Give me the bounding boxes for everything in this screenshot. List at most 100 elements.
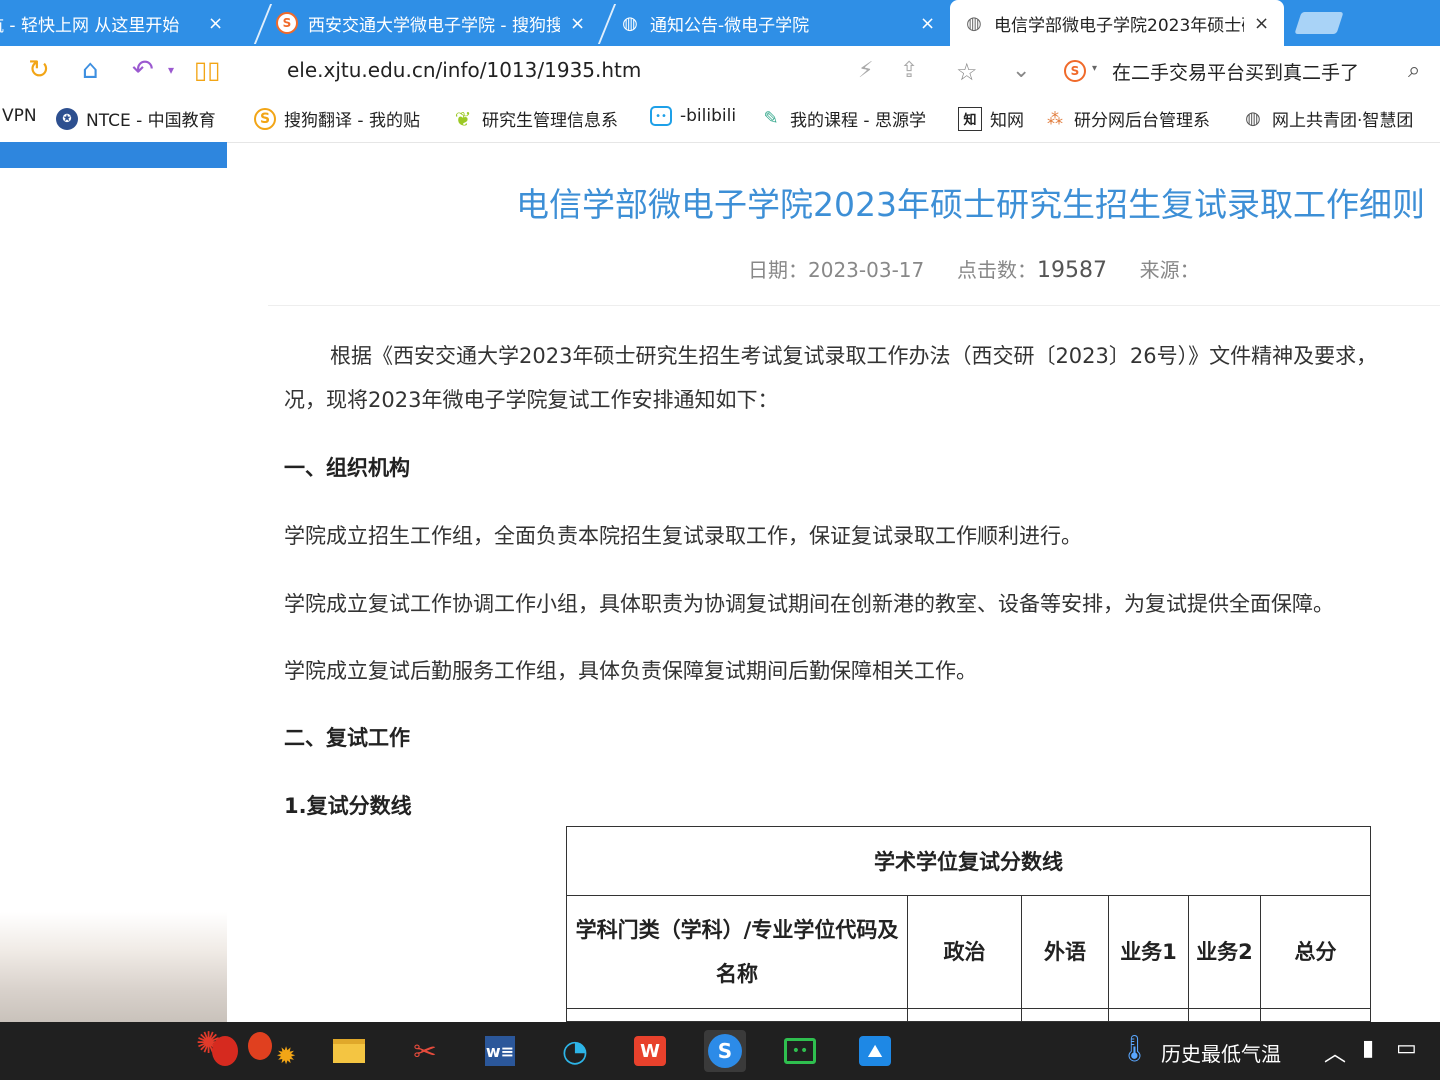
table-header-subject2: 业务2	[1188, 895, 1261, 1009]
bookmark-score-admin[interactable]: ⁂ 研分网后台管理系	[1044, 106, 1210, 131]
globe-icon: ◍	[966, 12, 982, 34]
search-app-icon[interactable]: ◔	[554, 1030, 596, 1072]
cnki-icon: 知	[958, 106, 982, 131]
tab-notices[interactable]: ◍ 通知公告-微电子学院 ×	[620, 0, 940, 46]
firework-icon: ✹	[276, 1042, 297, 1070]
bilibili-icon: ••	[650, 106, 672, 126]
paragraph-coordination-group: 学院成立复试工作协调工作小组，具体职责为协调复试期间在创新港的教室、设备等安排，…	[284, 592, 1334, 616]
clicks-count: 19587	[1036, 258, 1107, 283]
ntce-logo-icon: ✪	[56, 107, 78, 130]
sogou-browser-icon[interactable]: S	[704, 1030, 746, 1072]
section-heading-retest: 二、复试工作	[284, 726, 410, 750]
bookmark-label: 知网	[990, 111, 1024, 131]
lantern-icon	[212, 1036, 238, 1066]
table-header-subject1: 业务1	[1108, 895, 1189, 1009]
reading-mode-icon[interactable]: ▯▯	[194, 56, 220, 84]
admin-icon: ⁂	[1047, 109, 1063, 128]
bookmark-vpn[interactable]: VPN	[2, 106, 37, 126]
new-tab-button[interactable]	[1294, 12, 1344, 34]
course-icon: ✎	[763, 108, 779, 129]
tab-close-icon[interactable]: ×	[920, 13, 935, 34]
url-field[interactable]: ele.xjtu.edu.cn/info/1013/1935.htm	[287, 58, 641, 82]
thermometer-icon: 🌡	[1118, 1034, 1152, 1064]
share-icon[interactable]: ⇪	[900, 58, 918, 83]
tab-article-active[interactable]: ◍ 电信学部微电子学院2023年硕士研究生 ×	[950, 0, 1284, 46]
tab-title: 西安交通大学微电子学院 - 搜狗搜索	[308, 15, 560, 36]
bookmark-sogou-translate[interactable]: S 搜狗翻译 - 我的贴	[254, 106, 420, 131]
intro-paragraph-line2: 况，现将2023年微电子学院复试工作安排通知如下：	[284, 388, 779, 412]
lantern-icon	[248, 1032, 272, 1060]
left-sidebar-banner	[0, 142, 227, 168]
bookmark-label: NTCE - 中国教育	[86, 111, 216, 131]
file-explorer-icon[interactable]	[328, 1030, 370, 1072]
bookmark-youth-league[interactable]: ◍ 网上共青团·智慧团	[1242, 106, 1413, 131]
sogou-search-engine-icon[interactable]: S	[1064, 60, 1086, 82]
article-date: 日期：2023-03-17	[748, 258, 925, 282]
bookmark-label: 网上共青团·智慧团	[1272, 111, 1414, 131]
paragraph-logistics-group: 学院成立复试后勤服务工作组，具体负责保障复试期间后勤保障相关工作。	[284, 659, 977, 683]
subsection-heading-score-line: 1.复试分数线	[284, 794, 412, 818]
tab-close-icon[interactable]: ×	[570, 13, 585, 34]
windows-taskbar: ✺ ✹ ✂ w≡ ◔ W S •• ⛰ 🌡 历史最低气温 ︿ ▮ ▭	[0, 1022, 1440, 1080]
globe-icon: ◍	[622, 12, 638, 34]
bookmark-label: 搜狗翻译 - 我的贴	[284, 111, 420, 131]
chevron-down-icon[interactable]: ⌄	[1012, 58, 1030, 83]
paragraph-recruitment-group: 学院成立招生工作组，全面负责本院招生复试录取工作，保证复试录取工作顺利进行。	[284, 524, 1082, 548]
search-icon[interactable]: ⌕	[1408, 58, 1420, 83]
wps-icon[interactable]: W	[629, 1030, 671, 1072]
bookmark-label: VPN	[2, 106, 37, 126]
table-header-foreign-language: 外语	[1021, 895, 1109, 1009]
bookmark-ntce[interactable]: ✪ NTCE - 中国教育	[56, 106, 216, 131]
home-icon[interactable]: ⌂	[82, 55, 99, 85]
tab-title: 电信学部微电子学院2023年硕士研究生	[994, 15, 1244, 36]
source-label: 来源：	[1139, 258, 1200, 282]
battery-icon[interactable]: ▭	[1396, 1036, 1417, 1061]
search-input[interactable]: 在二手交易平台买到真二手了	[1112, 58, 1359, 85]
bookmark-label: -bilibili	[680, 106, 737, 126]
bookmark-my-courses[interactable]: ✎ 我的课程 - 思源学	[760, 106, 926, 131]
tab-sogou-search[interactable]: S 西安交通大学微电子学院 - 搜狗搜索 ×	[276, 0, 596, 46]
bookmark-cnki[interactable]: 知 知网	[958, 106, 1024, 131]
leaf-icon: ❦	[454, 106, 472, 131]
table-row	[566, 1008, 1371, 1022]
tab-title: 导航 - 轻快上网 从这里开始	[0, 15, 180, 36]
browser-tab-strip: 导航 - 轻快上网 从这里开始 × S 西安交通大学微电子学院 - 搜狗搜索 ×…	[0, 0, 1440, 46]
table-header-discipline: 学科门类（学科）/专业学位代码及名称	[566, 895, 908, 1009]
bookmark-graduate-system[interactable]: ❦ 研究生管理信息系	[452, 106, 618, 132]
table-header-politics: 政治	[907, 895, 1022, 1009]
tab-close-icon[interactable]: ×	[1254, 13, 1269, 34]
bookmark-bilibili[interactable]: •• -bilibili	[650, 106, 736, 126]
lightning-icon[interactable]: ⚡	[858, 58, 873, 83]
clicks-label: 点击数：	[956, 258, 1037, 282]
bookmark-label: 研分网后台管理系	[1074, 111, 1210, 131]
tab-title: 通知公告-微电子学院	[650, 15, 810, 36]
title-divider	[268, 305, 1440, 306]
word-icon[interactable]: w≡	[479, 1030, 521, 1072]
section-heading-organization: 一、组织机构	[284, 456, 410, 480]
chevron-down-icon[interactable]: ▾	[1092, 63, 1097, 74]
wechat-icon[interactable]: ••	[779, 1030, 821, 1072]
article-title: 电信学部微电子学院2023年硕士研究生招生复试录取工作细则	[516, 185, 1425, 224]
chevron-up-icon[interactable]: ︿	[1324, 1036, 1346, 1068]
chevron-down-icon[interactable]: ▾	[168, 56, 174, 84]
weather-text[interactable]: 历史最低气温	[1161, 1038, 1281, 1067]
usb-device-icon[interactable]: ▮	[1362, 1036, 1374, 1061]
intro-paragraph-line1: 根据《西安交通大学2023年硕士研究生招生考试复试录取工作办法（西交研〔2023…	[330, 344, 1378, 368]
photos-icon[interactable]: ⛰	[854, 1030, 896, 1072]
campus-image	[0, 912, 227, 1022]
score-line-table: 学术学位复试分数线 学科门类（学科）/专业学位代码及名称 政治 外语 业务1 业…	[566, 826, 1371, 1022]
tab-navigation[interactable]: 导航 - 轻快上网 从这里开始 ×	[0, 0, 250, 46]
tab-close-icon[interactable]: ×	[208, 13, 223, 34]
address-bar: ↻ ⌂ ↶ ▾ ▯▯ ele.xjtu.edu.cn/info/1013/193…	[0, 46, 1440, 96]
left-sidebar	[0, 142, 227, 1022]
sogou-icon: S	[254, 107, 276, 130]
bookmarks-bar: VPN ✪ NTCE - 中国教育 S 搜狗翻译 - 我的贴 ❦ 研究生管理信息…	[0, 96, 1440, 143]
star-icon[interactable]: ☆	[956, 58, 978, 86]
undo-icon[interactable]: ↶	[132, 55, 154, 85]
sogou-icon: S	[276, 12, 298, 34]
globe-icon: ◍	[1245, 108, 1261, 129]
snipping-tool-icon[interactable]: ✂	[404, 1030, 446, 1072]
refresh-icon[interactable]: ↻	[28, 55, 50, 85]
bookmark-label: 研究生管理信息系	[482, 111, 618, 131]
table-caption: 学术学位复试分数线	[566, 826, 1371, 896]
